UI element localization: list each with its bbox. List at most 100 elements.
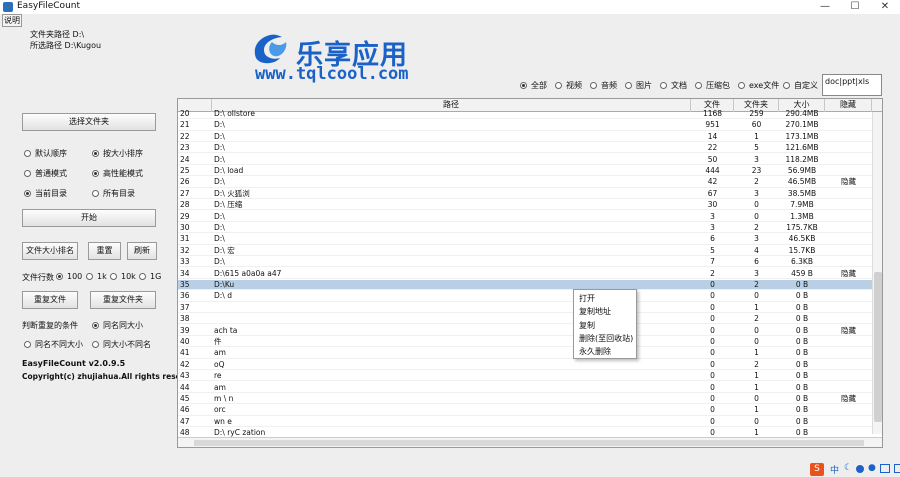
cell-folders: 0 (754, 200, 759, 210)
cell-index: 46 (180, 405, 190, 415)
menu-delete-permanent[interactable]: 永久删除 (574, 345, 636, 358)
menu-copy-path[interactable]: 复制地址 (574, 305, 636, 318)
table-row[interactable]: 41 am 0 1 0 B (178, 348, 872, 359)
cell-folders: 1 (754, 371, 759, 381)
table-row[interactable]: 21 D:\ 951 60 270.1MB (178, 120, 872, 131)
vertical-scrollbar[interactable] (872, 112, 882, 434)
rows-1k-radio[interactable]: 1k (86, 272, 107, 281)
cell-files: 5 (710, 245, 715, 255)
filter-image[interactable]: 图片 (625, 80, 652, 91)
filter-document[interactable]: 文档 (660, 80, 687, 91)
cell-size: 0 B (795, 382, 809, 392)
cell-folders: 3 (754, 154, 759, 164)
dup-same-name-diff-size-radio[interactable]: 同名不同大小 (24, 339, 83, 350)
table-row[interactable]: 44 am 0 1 0 B (178, 383, 872, 393)
cell-files: 6 (710, 234, 715, 244)
table-row[interactable]: 31 D:\ 6 3 46.5KB (178, 234, 872, 245)
table-row[interactable]: 20 D:\ ollstore 1168 259 290.4MB (178, 109, 872, 120)
cell-hidden (825, 143, 872, 153)
radio-icon (660, 82, 667, 89)
table-row[interactable]: 46 orc 0 1 0 B (178, 405, 872, 416)
radio-icon (139, 273, 146, 280)
keyboard-icon[interactable] (880, 464, 890, 473)
menu-open[interactable]: 打开 (574, 292, 636, 305)
close-button[interactable]: ✕ (870, 0, 900, 14)
table-row[interactable]: 33 D:\ 7 6 6.3KB (178, 257, 872, 268)
cell-path: D:\615 a0a0a a47 (214, 268, 282, 278)
table-row[interactable]: 38 0 2 0 B (178, 314, 872, 325)
moon-icon[interactable]: ☾ (844, 463, 852, 473)
filter-audio[interactable]: 音频 (590, 80, 617, 91)
table-row[interactable]: 30 D:\ 3 2 175.7KB (178, 223, 872, 234)
table-row[interactable]: 42 oQ 0 2 0 B (178, 360, 872, 371)
rank-button[interactable]: 文件大小排名 (22, 242, 78, 260)
table-row[interactable]: 22 D:\ 14 1 173.1MB (178, 132, 872, 143)
table-row[interactable]: 39 ach ta 0 0 0 B 隐藏 (178, 326, 872, 336)
cell-files: 0 (710, 314, 715, 324)
dup-same-name-size-radio[interactable]: 同名同大小 (92, 320, 143, 331)
dup-folders-button[interactable]: 重复文件夹 (90, 291, 156, 309)
table-row[interactable]: 40 件000 B (178, 337, 872, 348)
help-button[interactable]: 说明 (2, 14, 22, 27)
copyright-label: Copyright(c) zhujiahua.All rights reserv… (22, 372, 203, 381)
table-row[interactable]: 36 D:\ d000 B (178, 291, 872, 302)
cell-hidden (825, 291, 872, 301)
table-row[interactable]: 24 D:\ 50 3 118.2MB (178, 155, 872, 165)
horizontal-scrollbar[interactable] (178, 437, 882, 447)
table-row[interactable]: 25 D:\ load 444 23 56.9MB (178, 166, 872, 177)
cell-folders: 2 (754, 280, 759, 289)
mic-icon[interactable]: ● (868, 463, 876, 473)
table-row[interactable]: 35 D:\Ku 0 2 0 B (178, 280, 872, 291)
table-row[interactable]: 27 D:\ 火狐浏 67 3 38.5MB (178, 189, 872, 200)
cell-path: D:\ (214, 120, 225, 130)
mode-performance-radio[interactable]: 高性能模式 (92, 168, 143, 179)
table-row[interactable]: 29 D:\ 3 0 1.3MB (178, 212, 872, 222)
vertical-scroll-thumb[interactable] (874, 272, 882, 422)
table-row[interactable]: 47 wn e 0 0 0 B (178, 417, 872, 428)
ime-language-icon[interactable]: 中 (830, 463, 839, 476)
grid-icon[interactable] (894, 464, 900, 473)
mode-normal-radio[interactable]: 普通模式 (24, 168, 67, 179)
filter-custom[interactable]: 自定义 (783, 80, 818, 91)
maximize-button[interactable]: ☐ (840, 0, 870, 14)
cell-index: 31 (180, 234, 190, 244)
rows-1g-radio[interactable]: 1G (139, 272, 161, 281)
custom-ext-input[interactable]: doc|ppt|xls (822, 74, 882, 96)
sort-size-radio[interactable]: 按大小排序 (92, 148, 143, 159)
table-row[interactable]: 37 0 1 0 B (178, 302, 872, 314)
select-folder-button[interactable]: 选择文件夹 (22, 113, 156, 131)
menu-copy[interactable]: 复制 (574, 319, 636, 332)
table-row[interactable]: 45 m \ n 0 0 0 B 隐藏 (178, 394, 872, 405)
dup-files-button[interactable]: 重复文件 (22, 291, 78, 309)
table-row[interactable]: 32 D:\ 宏 5 4 15.7KB (178, 245, 872, 257)
table-row[interactable]: 23 D:\ 22 5 121.6MB (178, 143, 872, 154)
start-button[interactable]: 开始 (22, 209, 156, 227)
input-method-icon[interactable]: S (810, 463, 824, 476)
rows-100-radio[interactable]: 100 (56, 272, 82, 281)
minimize-button[interactable]: — (810, 0, 840, 14)
cell-index: 28 (180, 200, 190, 210)
results-table[interactable]: 路径 文件 文件夹 大小 隐藏 20 D:\ ollstore 1168 259 290… (177, 98, 883, 448)
filter-video[interactable]: 视频 (555, 80, 582, 91)
cell-size: 0 B (795, 348, 809, 358)
table-row[interactable]: 34 D:\615 a0a0a a47 2 3 459 B 隐藏 (178, 269, 872, 279)
filter-archive[interactable]: 压缩包 (695, 80, 730, 91)
dup-same-size-diff-name-radio[interactable]: 同大小不同名 (92, 339, 151, 350)
cell-files: 0 (710, 302, 715, 312)
sort-default-radio[interactable]: 默认顺序 (24, 148, 67, 159)
dup-cond-label: 判断重复的条件 (22, 321, 78, 330)
reset-button[interactable]: 重置 (88, 242, 121, 260)
table-row[interactable]: 43 re 0 1 0 B (178, 371, 872, 382)
dot-icon[interactable] (856, 465, 864, 473)
filter-exe[interactable]: exe文件 (738, 80, 779, 91)
dir-current-radio[interactable]: 当前目录 (24, 188, 67, 199)
dir-all-radio[interactable]: 所有目录 (92, 188, 135, 199)
menu-delete-recycle[interactable]: 删除(至回收站) (574, 332, 636, 345)
table-row[interactable]: 28 D:\ 压缩 30 0 7.9MB (178, 200, 872, 211)
table-row[interactable]: 26 D:\ 42 2 46.5MB 隐藏 (178, 177, 872, 188)
rows-10k-radio[interactable]: 10k (110, 272, 136, 281)
horizontal-scroll-thumb[interactable] (194, 440, 864, 446)
filter-all[interactable]: 全部 (520, 80, 547, 91)
refresh-button[interactable]: 刷新 (127, 242, 157, 260)
cell-path: D:\ 压缩 (214, 200, 243, 210)
